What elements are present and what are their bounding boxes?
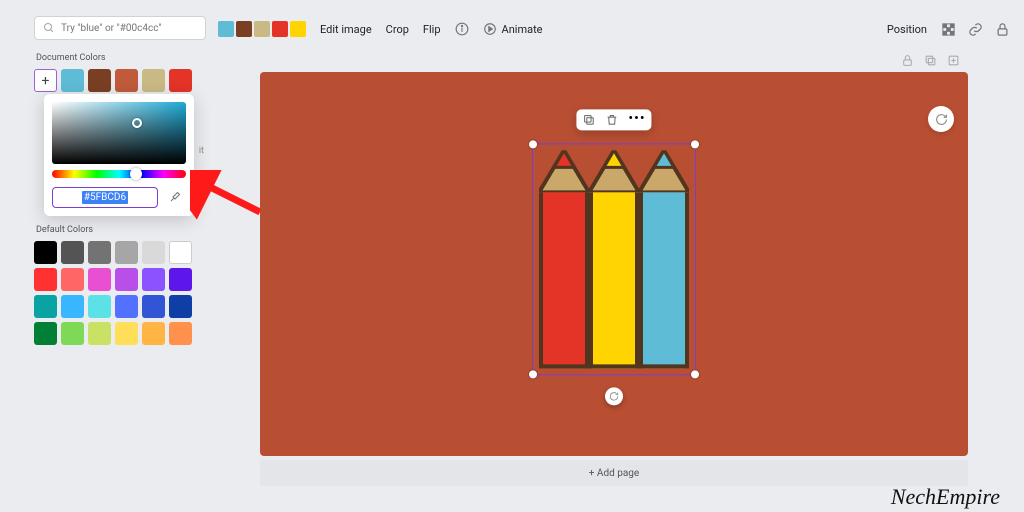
saturation-gradient[interactable] xyxy=(52,102,186,164)
toolbar-swatch[interactable] xyxy=(254,21,270,37)
default-swatch[interactable] xyxy=(88,295,111,318)
default-swatch[interactable] xyxy=(34,295,57,318)
toolbar-swatch[interactable] xyxy=(218,21,234,37)
page-actions xyxy=(901,54,960,67)
design-canvas[interactable]: ••• xyxy=(260,72,968,456)
top-toolbar: Edit image Crop Flip Animate Position xyxy=(218,14,1010,44)
default-swatch[interactable] xyxy=(88,268,111,291)
lock-icon[interactable] xyxy=(995,22,1010,37)
resize-handle-tl[interactable] xyxy=(529,140,537,148)
default-swatch[interactable] xyxy=(142,241,165,264)
default-swatches xyxy=(34,241,209,345)
pencil xyxy=(639,150,689,368)
hue-handle[interactable] xyxy=(130,168,142,180)
delete-icon[interactable] xyxy=(605,113,618,126)
animate-icon xyxy=(483,22,497,36)
flip-button[interactable]: Flip xyxy=(423,23,441,36)
selection: ••• xyxy=(532,143,696,375)
position-button[interactable]: Position xyxy=(887,23,927,36)
toolbar-swatch[interactable] xyxy=(236,21,252,37)
default-swatch[interactable] xyxy=(142,295,165,318)
toolbar-swatch[interactable] xyxy=(272,21,288,37)
default-swatch[interactable] xyxy=(88,322,111,345)
resize-handle-tr[interactable] xyxy=(691,140,699,148)
default-swatch[interactable] xyxy=(61,268,84,291)
edit-truncated-label: it xyxy=(199,146,204,156)
eyedropper-button[interactable] xyxy=(164,186,186,208)
color-search-input[interactable] xyxy=(61,23,197,34)
pencil xyxy=(589,150,639,368)
lock-page-icon[interactable] xyxy=(901,54,914,67)
doc-swatch[interactable] xyxy=(142,69,165,92)
pencils-graphic xyxy=(539,150,689,368)
document-colors-label: Document Colors xyxy=(36,53,206,63)
default-swatch[interactable] xyxy=(169,268,192,291)
color-picker-popover: #5FBCD6 it xyxy=(44,94,194,216)
animate-button[interactable]: Animate xyxy=(483,22,543,36)
default-swatch[interactable] xyxy=(142,268,165,291)
default-swatch[interactable] xyxy=(88,241,111,264)
animate-label: Animate xyxy=(502,23,543,36)
link-icon[interactable] xyxy=(968,22,983,37)
pencil xyxy=(539,150,589,368)
watermark: NechEmpire xyxy=(891,484,1000,510)
rotate-handle[interactable] xyxy=(605,387,623,405)
default-swatch[interactable] xyxy=(115,268,138,291)
hue-slider[interactable] xyxy=(52,170,186,178)
document-swatches: + xyxy=(34,69,206,92)
add-section-icon[interactable] xyxy=(947,54,960,67)
default-swatch[interactable] xyxy=(169,295,192,318)
default-swatch[interactable] xyxy=(115,241,138,264)
default-swatch[interactable] xyxy=(61,295,84,318)
default-swatch[interactable] xyxy=(34,241,57,264)
doc-swatch[interactable] xyxy=(88,69,111,92)
doc-swatch[interactable] xyxy=(169,69,192,92)
default-swatch[interactable] xyxy=(115,322,138,345)
search-icon xyxy=(43,22,55,34)
default-swatch[interactable] xyxy=(61,322,84,345)
default-swatch[interactable] xyxy=(34,268,57,291)
resize-handle-br[interactable] xyxy=(691,370,699,378)
canvas-area: ••• xyxy=(218,50,1010,462)
reset-rotate-button[interactable] xyxy=(928,106,954,132)
default-swatch[interactable] xyxy=(34,322,57,345)
default-swatch[interactable] xyxy=(169,322,192,345)
doc-swatch[interactable] xyxy=(115,69,138,92)
transparency-icon[interactable] xyxy=(941,22,956,37)
resize-handle-bl[interactable] xyxy=(529,370,537,378)
more-icon[interactable]: ••• xyxy=(628,113,645,126)
default-colors-label: Default Colors xyxy=(36,225,206,235)
hex-input[interactable]: #5FBCD6 xyxy=(52,187,158,208)
toolbar-swatches xyxy=(218,21,306,37)
duplicate-page-icon[interactable] xyxy=(924,54,937,67)
add-page-button[interactable]: + Add page xyxy=(260,460,968,486)
element-float-menu: ••• xyxy=(576,109,651,130)
add-color-swatch[interactable]: + xyxy=(34,69,57,92)
color-search-box[interactable] xyxy=(34,16,206,40)
crop-button[interactable]: Crop xyxy=(386,23,409,36)
default-swatch[interactable] xyxy=(115,295,138,318)
toolbar-swatch[interactable] xyxy=(290,21,306,37)
info-icon[interactable] xyxy=(455,22,469,36)
copy-icon[interactable] xyxy=(582,113,595,126)
edit-image-button[interactable]: Edit image xyxy=(320,23,372,36)
default-swatch[interactable] xyxy=(169,241,192,264)
doc-swatch[interactable] xyxy=(61,69,84,92)
gradient-handle[interactable] xyxy=(132,118,142,128)
selection-box[interactable] xyxy=(532,143,696,375)
default-swatch[interactable] xyxy=(142,322,165,345)
default-swatch[interactable] xyxy=(61,241,84,264)
